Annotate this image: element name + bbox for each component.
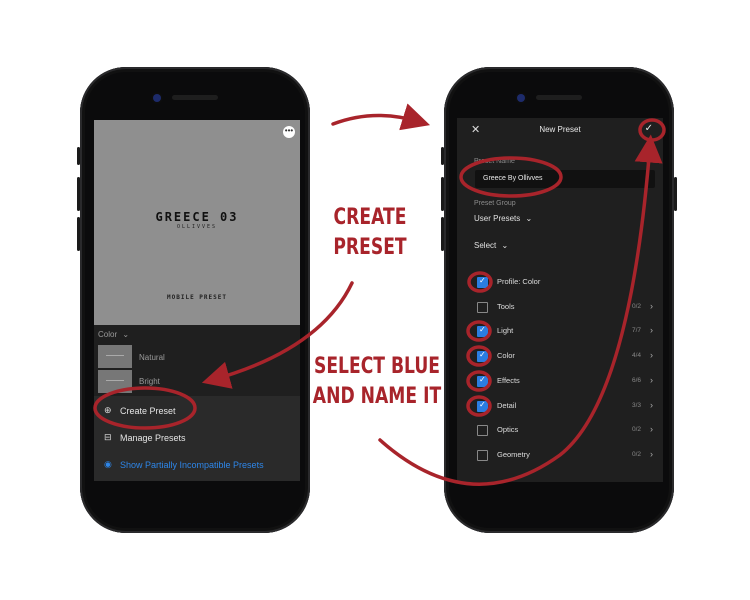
chevron-down-icon: ⌄ xyxy=(501,241,509,250)
annotation-line: SELECT BLUE xyxy=(313,354,441,379)
setting-name: Profile: Color xyxy=(497,277,541,286)
chevron-right-icon[interactable]: › xyxy=(650,400,653,410)
chevron-right-icon[interactable]: › xyxy=(650,301,653,311)
manage-presets-icon: ⊟ xyxy=(104,432,112,442)
create-preset-annotation: CREATE PRESET xyxy=(327,203,413,263)
create-preset-menu-item[interactable]: ⊕ Create Preset xyxy=(94,398,300,424)
setting-count: 0/2 xyxy=(631,451,641,458)
preset-group-value: User Presets xyxy=(474,214,521,223)
camera xyxy=(517,94,525,102)
setting-name: Optics xyxy=(497,425,519,434)
checkbox[interactable] xyxy=(477,400,488,412)
preset-thumbnail-natural[interactable] xyxy=(98,345,132,368)
preset-thumbnail-bright[interactable] xyxy=(98,370,132,393)
header-title: New Preset xyxy=(539,125,581,134)
preset-preview-photo: GREECE 03 OLLIVVES MOBILE PRESET ••• xyxy=(94,120,300,325)
setting-count: 0/2 xyxy=(631,303,641,310)
checkbox[interactable] xyxy=(477,350,488,362)
setting-name: Color xyxy=(497,351,515,360)
setting-row-profile[interactable]: Profile: Color xyxy=(457,272,663,294)
setting-row-light[interactable]: Light 7/7 › xyxy=(457,321,663,343)
chevron-right-icon[interactable]: › xyxy=(650,424,653,434)
camera xyxy=(153,94,161,102)
photo-title: GREECE 03 xyxy=(155,210,239,224)
setting-row-tools[interactable]: Tools 0/2 › xyxy=(457,297,663,319)
photo-subtitle: OLLIVVES xyxy=(176,224,218,230)
preset-menu: ⊕ Create Preset ⊟ Manage Presets ◉ Show … xyxy=(94,396,300,481)
right-screen: ✕ New Preset ✓ Preset Name Greece By Oll… xyxy=(457,118,663,482)
chevron-right-icon[interactable]: › xyxy=(650,449,653,459)
right-phone: ✕ New Preset ✓ Preset Name Greece By Oll… xyxy=(441,67,677,533)
photo-footer: MOBILE PRESET xyxy=(167,294,227,301)
manage-presets-menu-item[interactable]: ⊟ Manage Presets xyxy=(94,425,300,451)
select-label: Select xyxy=(474,241,497,250)
setting-row-effects[interactable]: Effects 6/6 › xyxy=(457,371,663,393)
checkbox[interactable] xyxy=(477,375,488,387)
checkbox[interactable] xyxy=(477,302,488,313)
setting-count: 7/7 xyxy=(631,327,641,334)
select-blue-annotation: SELECT BLUE AND NAME IT xyxy=(311,352,444,412)
checkbox[interactable] xyxy=(477,325,488,337)
setting-row-detail[interactable]: Detail 3/3 › xyxy=(457,396,663,418)
setting-row-geometry[interactable]: Geometry 0/2 › xyxy=(457,445,663,467)
chevron-down-icon: ⌄ xyxy=(525,214,533,223)
annotation-line: CREATE xyxy=(333,205,407,230)
preset-group-label: Preset Group xyxy=(474,200,516,207)
preset-name-input[interactable]: Greece By Ollivves xyxy=(475,170,655,188)
setting-count: 3/3 xyxy=(631,402,641,409)
setting-count: 0/2 xyxy=(631,426,641,433)
more-icon[interactable]: ••• xyxy=(283,126,295,138)
create-preset-icon: ⊕ xyxy=(104,405,112,415)
manage-presets-label: Manage Presets xyxy=(120,433,186,443)
setting-name: Tools xyxy=(497,302,515,311)
chevron-down-icon: ⌄ xyxy=(122,330,130,339)
create-preset-label: Create Preset xyxy=(120,406,176,416)
left-phone: GREECE 03 OLLIVVES MOBILE PRESET ••• Col… xyxy=(77,67,310,533)
checkbox[interactable] xyxy=(477,425,488,436)
setting-count: 4/4 xyxy=(631,352,641,359)
top-arrow xyxy=(331,103,431,131)
setting-row-color[interactable]: Color 4/4 › xyxy=(457,346,663,368)
setting-name: Detail xyxy=(497,401,517,410)
preset-natural-label[interactable]: Natural xyxy=(139,353,165,362)
checkbox[interactable] xyxy=(477,276,488,288)
setting-name: Geometry xyxy=(497,450,530,459)
checkbox[interactable] xyxy=(477,450,488,461)
show-incompatible-menu-item[interactable]: ◉ Show Partially Incompatible Presets xyxy=(94,452,300,478)
preset-bright-label[interactable]: Bright xyxy=(139,377,160,386)
setting-name: Light xyxy=(497,326,514,335)
preset-name-label: Preset Name xyxy=(474,158,515,165)
select-dropdown[interactable]: Select ⌄ xyxy=(474,241,508,250)
setting-name: Effects xyxy=(497,376,520,385)
color-filter-label: Color xyxy=(98,330,118,339)
preset-group-select[interactable]: User Presets ⌄ xyxy=(474,214,532,223)
setting-row-optics[interactable]: Optics 0/2 › xyxy=(457,420,663,442)
chevron-right-icon[interactable]: › xyxy=(650,350,653,360)
color-filter[interactable]: Color ⌄ xyxy=(98,330,129,339)
checkmark-icon[interactable]: ✓ xyxy=(645,123,653,134)
setting-count: 6/6 xyxy=(631,377,641,384)
preset-name-value: Greece By Ollivves xyxy=(483,175,543,182)
annotation-line: PRESET xyxy=(333,235,407,260)
show-incompatible-label: Show Partially Incompatible Presets xyxy=(120,460,264,470)
left-screen: GREECE 03 OLLIVVES MOBILE PRESET ••• Col… xyxy=(94,120,300,481)
annotation-line: AND NAME IT xyxy=(312,384,442,409)
new-preset-header: ✕ New Preset ✓ xyxy=(457,118,663,142)
eye-icon: ◉ xyxy=(104,459,112,469)
chevron-right-icon[interactable]: › xyxy=(650,325,653,335)
chevron-right-icon[interactable]: › xyxy=(650,375,653,385)
